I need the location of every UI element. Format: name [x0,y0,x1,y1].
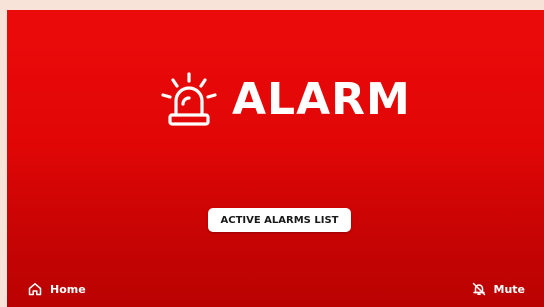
home-icon [28,283,42,296]
mute-label: Mute [493,282,526,296]
alarm-header: ALARM [160,68,411,132]
bell-off-icon [472,282,485,296]
home-button[interactable]: Home [28,282,86,296]
alarm-title: ALARM [232,74,411,125]
active-alarms-list-label: ACTIVE ALARMS LIST [220,214,339,226]
mute-button[interactable]: Mute [472,282,526,296]
siren-icon [161,72,217,126]
alarm-screen: ALARM ACTIVE ALARMS LIST Home Mute [7,10,544,307]
home-label: Home [50,282,86,296]
active-alarms-list-button[interactable]: ACTIVE ALARMS LIST [208,208,351,232]
